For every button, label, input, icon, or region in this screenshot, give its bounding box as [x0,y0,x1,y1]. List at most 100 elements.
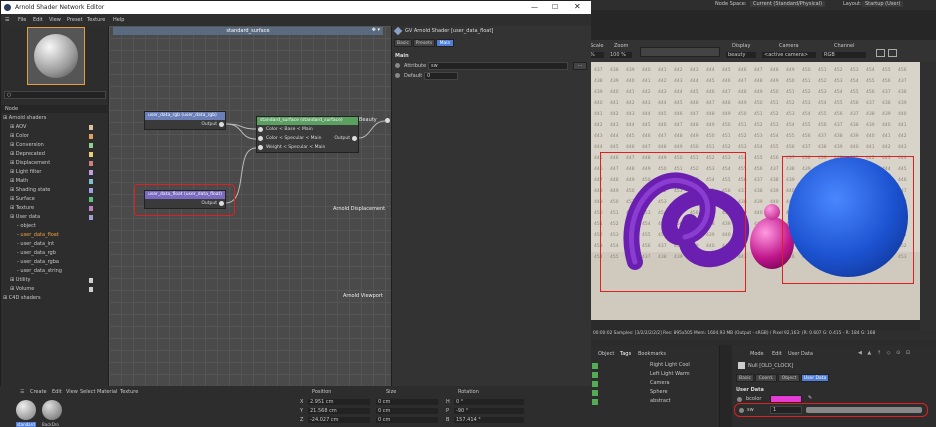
display-dropdown[interactable]: beauty [726,52,756,58]
minimize-icon[interactable]: — [531,3,538,11]
close-icon[interactable]: ✕ [574,2,581,11]
input-port[interactable] [258,145,263,150]
object-check-icon[interactable] [592,390,598,396]
size-field[interactable]: 0 cm [376,408,438,414]
object-check-icon[interactable] [592,372,598,378]
tree-item[interactable]: - user_data_rgba [17,258,107,267]
attr-tab-object[interactable]: Object [778,374,800,382]
output-port[interactable] [352,136,357,141]
beauty-input-port[interactable] [385,118,390,123]
tree-item[interactable]: ⊞ Deprecated [10,150,107,159]
material-menu-material[interactable]: Material [97,389,117,395]
size-field[interactable]: 0 cm [376,417,438,423]
node-space-dropdown[interactable]: Current (Standard/Physical) [750,1,826,7]
tab-bookmarks[interactable]: Bookmarks [638,351,666,357]
material-menu-select[interactable]: Select [80,389,95,395]
tree-item[interactable]: ⊞ Color [10,132,107,141]
pos-field[interactable]: 2.951 cm [308,399,370,405]
tree-item[interactable]: - object [17,222,107,231]
tree-item[interactable]: ⊞ Arnold shaders [3,114,107,123]
node-standard-surface[interactable]: standard_surface (standard_surface) Colo… [256,116,359,153]
rot-field[interactable]: 157.414 ° [454,417,524,423]
zoom-field[interactable]: 100 % [610,52,632,58]
menu-help[interactable]: Help [113,17,124,23]
node-user-data-rgb[interactable]: user_data_rgb (user_data_rgb) Output [144,111,226,130]
tree-item[interactable]: ⊞ Volume [10,285,107,294]
tree-item[interactable]: ⊞ AOV [10,123,107,132]
object-label[interactable]: Sphere [650,389,668,395]
tab-basic[interactable]: Basic [394,39,412,47]
camera-snapshot-icon[interactable] [876,49,885,57]
menu-file[interactable]: File [18,17,26,23]
object-label[interactable]: Right Light Cool [650,362,690,368]
input-port[interactable] [258,136,263,141]
object-check-icon[interactable] [592,381,598,387]
default-radio[interactable] [395,73,400,78]
menu-view[interactable]: View [49,17,61,23]
node-graph[interactable]: standard_surface ✥ ▾ user_data_rgb (user… [109,26,391,386]
attr-menu-edit[interactable]: Edit [772,351,782,357]
attribute-input[interactable]: sw [428,62,568,70]
render-view[interactable]: 437 438 439 440 441 442 443 444 445 446 447 448 449 4… [590,62,920,320]
tree-item[interactable]: - user_data_float [17,231,107,240]
default-input[interactable]: 0 [424,72,458,80]
attr-nav-icons[interactable]: ◀ ▲ ↑ ◇ ⊙ ⊡ [858,350,914,357]
tree-item[interactable]: ⊞ Conversion [10,141,107,150]
channel-dropdown[interactable]: RGB [822,52,866,58]
tree-item[interactable]: - user_data_string [17,267,107,276]
tree-item[interactable]: ⊞ Light filter [10,168,107,177]
maximize-icon[interactable]: ☐ [552,3,558,11]
menu-edit[interactable]: Edit [33,17,43,23]
tree-item[interactable]: - user_data_rgb [17,249,107,258]
tab-presets[interactable]: Presets [413,39,435,47]
tree-item[interactable]: ⊞ Shading state [10,186,107,195]
tab-main[interactable]: Main [436,39,454,47]
attr-menu-mode[interactable]: Mode [750,351,764,357]
tree-item[interactable]: ⊞ Surface [10,195,107,204]
material-menu-view[interactable]: View [66,389,78,395]
object-label[interactable]: abstract [650,398,671,404]
material-menu-edit[interactable]: Edit [52,389,62,395]
tree-item[interactable]: ⊞ Math [10,177,107,186]
tree-item[interactable]: ⊞ C4D shaders [3,294,107,303]
scale-field[interactable]: % [590,52,604,58]
menu-preset[interactable]: Preset [67,17,83,23]
layout-dropdown[interactable]: Startup (User) [862,1,904,7]
tree-item[interactable]: - user_data_int [17,240,107,249]
object-check-icon[interactable] [592,399,598,405]
rot-field[interactable]: -90 ° [454,408,524,414]
material-menu-icon[interactable]: ☰ [20,389,24,395]
tree-item[interactable]: ⊞ User data [10,213,107,222]
bcolor-radio[interactable] [737,397,742,402]
attr-tab-coord[interactable]: Coord. [755,374,777,382]
bcolor-swatch[interactable] [770,395,802,403]
input-port[interactable] [258,127,263,132]
object-label[interactable]: Camera [650,380,670,386]
attribute-browse-button[interactable]: ··· [573,62,587,70]
attr-menu-user-data[interactable]: User Data [788,351,813,357]
attr-tab-basic[interactable]: Basic [736,374,754,382]
search-input[interactable]: ○ [4,91,106,99]
snapshot-icon[interactable] [888,49,897,57]
size-field[interactable]: 0 cm [376,399,438,405]
pos-field[interactable]: 21.568 cm [308,408,370,414]
object-check-icon[interactable] [592,363,598,369]
material-ball-standard[interactable] [16,400,36,420]
tree-item[interactable]: ⊞ Texture [10,204,107,213]
ipr-tool-buttons[interactable] [640,47,720,57]
menu-texture[interactable]: Texture [87,17,105,23]
material-menu-create[interactable]: Create [30,389,47,395]
rot-field[interactable]: 0 ° [454,399,524,405]
material-ball-backdrop[interactable] [42,400,62,420]
material-menu-texture[interactable]: Texture [120,389,138,395]
camera-dropdown[interactable]: <active camera> [762,52,816,58]
output-port[interactable] [219,122,224,127]
attribute-radio[interactable] [395,63,400,68]
tree-item[interactable]: ⊞ Displacement [10,159,107,168]
attr-tab-userdata[interactable]: User Data [801,374,829,382]
tree-item[interactable]: ⊞ Utility [10,276,107,285]
tab-object[interactable]: Object [598,351,614,357]
pos-field[interactable]: -24.027 cm [308,417,370,423]
tab-tags[interactable]: Tags [620,351,631,357]
hamburger-icon[interactable]: ☰ [5,17,9,23]
